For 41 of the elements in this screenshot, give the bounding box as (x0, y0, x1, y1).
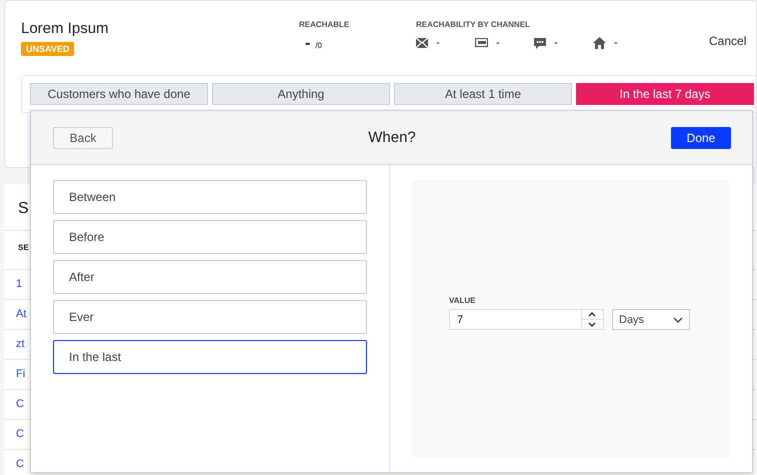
filter-chip[interactable]: Anything (212, 83, 390, 105)
list-link[interactable]: C (16, 428, 24, 440)
back-button[interactable]: Back (53, 126, 113, 148)
envelope-icon (416, 38, 428, 48)
filter-chip[interactable]: In the last 7 days (576, 83, 754, 105)
option-item[interactable]: Between (53, 180, 367, 214)
home-icon (593, 37, 606, 49)
value-label: VALUE (449, 296, 477, 305)
channel-value: - (496, 37, 500, 49)
column-header: SE (18, 243, 29, 252)
option-item[interactable]: Before (53, 220, 367, 254)
chevron-down-icon (673, 316, 683, 322)
option-item[interactable]: Ever (53, 300, 367, 334)
filter-chip[interactable]: Customers who have done (30, 83, 208, 105)
list-link[interactable]: At (16, 308, 26, 320)
number-field[interactable]: 7 (449, 309, 604, 330)
list-link[interactable]: C (16, 458, 24, 470)
channel-value: - (554, 37, 558, 49)
done-button[interactable]: Done (671, 126, 731, 148)
list-link[interactable]: 1 (16, 278, 22, 290)
channels-label: REACHABILITY BY CHANNEL (416, 20, 531, 29)
option-item[interactable]: In the last (53, 340, 367, 374)
spinner-icon[interactable] (581, 309, 603, 330)
list-link[interactable]: zt (16, 338, 25, 350)
segment-title: Lorem Ipsum (21, 20, 110, 37)
option-item[interactable]: After (53, 260, 367, 294)
monitor-icon (475, 38, 488, 48)
chat-icon (534, 38, 546, 48)
reachable-label: REACHABLE (299, 20, 350, 29)
reachable-total: /0 (315, 41, 322, 50)
unit-dropdown[interactable]: Days (612, 309, 690, 330)
dialog-title: When? (368, 129, 416, 146)
channel-value: - (436, 37, 440, 49)
list-link[interactable]: C (16, 398, 24, 410)
status-badge: UNSAVED (21, 42, 74, 56)
list-heading: S (18, 200, 29, 217)
list-link[interactable]: Fi (16, 368, 26, 380)
filter-chip[interactable]: At least 1 time (394, 83, 572, 105)
channel-value: - (614, 37, 618, 49)
reachable-value: - (305, 35, 310, 52)
cancel-link[interactable]: Cancel (709, 34, 746, 48)
